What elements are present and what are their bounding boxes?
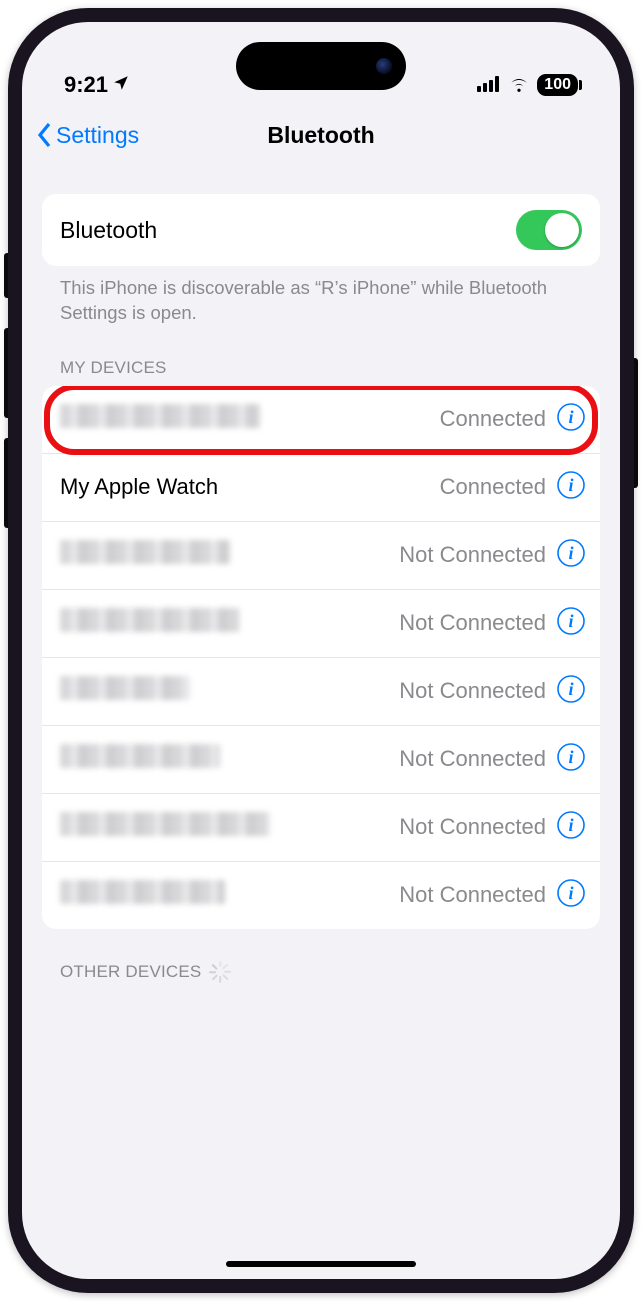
battery-level: 100 — [544, 76, 571, 94]
device-name: My Apple Watch — [60, 474, 440, 500]
back-button[interactable]: Settings — [36, 121, 139, 149]
info-icon[interactable]: i — [556, 878, 586, 913]
device-row[interactable]: Not Connected i — [42, 522, 600, 590]
svg-text:i: i — [568, 475, 573, 495]
device-name — [60, 812, 399, 842]
bluetooth-toggle[interactable] — [516, 210, 582, 250]
device-row[interactable]: Not Connected i — [42, 862, 600, 929]
device-status: Not Connected — [399, 882, 546, 908]
back-label: Settings — [56, 122, 139, 149]
info-icon[interactable]: i — [556, 674, 586, 709]
device-name — [60, 540, 399, 570]
svg-text:i: i — [568, 407, 573, 427]
info-icon[interactable]: i — [556, 402, 586, 437]
nav-bar: Settings Bluetooth — [22, 104, 620, 166]
status-time: 9:21 — [64, 72, 108, 98]
camera-dot — [376, 58, 392, 74]
redacted-name — [60, 744, 220, 768]
redacted-name — [60, 540, 230, 564]
other-devices-label: OTHER DEVICES — [60, 962, 201, 982]
phone-frame: 9:21 100 Settings Bluetooth — [8, 8, 634, 1293]
discoverable-hint: This iPhone is discoverable as “R’s iPho… — [42, 266, 600, 326]
device-name — [60, 676, 399, 706]
svg-text:i: i — [568, 883, 573, 903]
device-status: Not Connected — [399, 814, 546, 840]
svg-text:i: i — [568, 543, 573, 563]
device-row[interactable]: Not Connected i — [42, 590, 600, 658]
home-indicator[interactable] — [226, 1261, 416, 1267]
redacted-name — [60, 676, 190, 700]
my-devices-header: MY DEVICES — [42, 326, 600, 386]
device-status: Not Connected — [399, 610, 546, 636]
device-status: Connected — [440, 406, 546, 432]
device-status: Not Connected — [399, 678, 546, 704]
spinner-icon — [209, 961, 231, 983]
svg-text:i: i — [568, 815, 573, 835]
location-icon — [112, 72, 130, 98]
info-icon[interactable]: i — [556, 538, 586, 573]
info-icon[interactable]: i — [556, 606, 586, 641]
info-icon[interactable]: i — [556, 470, 586, 505]
redacted-name — [60, 404, 260, 428]
device-row[interactable]: Not Connected i — [42, 726, 600, 794]
info-icon[interactable]: i — [556, 810, 586, 845]
device-row[interactable]: Not Connected i — [42, 658, 600, 726]
redacted-name — [60, 812, 270, 836]
device-name — [60, 880, 399, 910]
redacted-name — [60, 608, 240, 632]
device-name — [60, 404, 440, 434]
device-row[interactable]: Not Connected i — [42, 794, 600, 862]
device-row[interactable]: Connected i — [42, 386, 600, 454]
device-name — [60, 608, 399, 638]
info-icon[interactable]: i — [556, 742, 586, 777]
device-row[interactable]: My Apple WatchConnected i — [42, 454, 600, 522]
device-name — [60, 744, 399, 774]
screen: 9:21 100 Settings Bluetooth — [22, 22, 620, 1279]
svg-text:i: i — [568, 747, 573, 767]
device-status: Connected — [440, 474, 546, 500]
bluetooth-toggle-label: Bluetooth — [60, 217, 157, 244]
svg-text:i: i — [568, 679, 573, 699]
device-status: Not Connected — [399, 746, 546, 772]
cellular-signal-icon — [477, 72, 501, 98]
wifi-icon — [507, 72, 531, 98]
redacted-name — [60, 880, 225, 904]
device-status: Not Connected — [399, 542, 546, 568]
other-devices-header: OTHER DEVICES — [42, 929, 600, 991]
bluetooth-toggle-card: Bluetooth — [42, 194, 600, 266]
svg-text:i: i — [568, 611, 573, 631]
dynamic-island — [236, 42, 406, 90]
bluetooth-toggle-row: Bluetooth — [42, 194, 600, 266]
battery-indicator: 100 — [537, 74, 578, 96]
my-devices-list: ConnectediMy Apple WatchConnectediNot Co… — [42, 386, 600, 929]
